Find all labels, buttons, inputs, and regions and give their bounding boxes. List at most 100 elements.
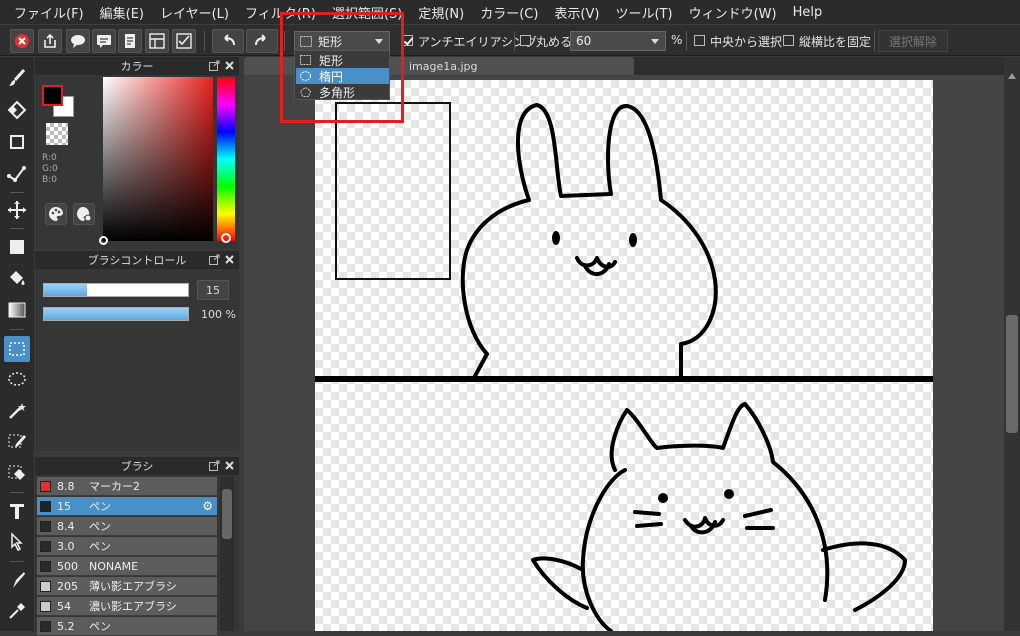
panel-layout-button[interactable] (145, 29, 169, 53)
menu-layer[interactable]: レイヤー(L) (152, 3, 237, 22)
brush-list-item[interactable]: 8.4 ペン (37, 517, 217, 536)
brush-list-item[interactable]: 205 薄い影エアブラシ (37, 577, 217, 596)
close-icon[interactable] (224, 60, 235, 71)
brush-control-panel: ブラシコントロール 15 100 % (35, 251, 239, 451)
select-pen-tool[interactable] (4, 429, 30, 455)
bucket-tool[interactable] (4, 265, 30, 291)
popout-icon[interactable] (209, 60, 220, 71)
palette-settings-icon (77, 207, 92, 222)
from-center-label: 中央から選択 (710, 35, 783, 49)
brush-list-item[interactable]: 3.0 ペン (37, 537, 217, 556)
brush-list-item[interactable]: 54 濃い影エアブラシ (37, 597, 217, 616)
eyedropper-icon (9, 603, 25, 619)
menu-tool[interactable]: ツール(T) (607, 3, 680, 22)
red-value: R:0 (42, 153, 57, 163)
operation-tool[interactable] (4, 529, 30, 555)
scrollbar-thumb[interactable] (1006, 315, 1018, 433)
tool-divider (10, 192, 24, 193)
close-icon[interactable] (224, 460, 235, 471)
toolbar-separator (204, 31, 205, 51)
undo-icon (224, 34, 235, 46)
brush-size: 205 (57, 579, 78, 593)
text-tool[interactable] (4, 498, 30, 524)
canvas-vertical-scrollbar[interactable] (1004, 57, 1020, 631)
brush-color-swatch (40, 560, 51, 572)
menu-window[interactable]: ウィンドウ(W) (681, 3, 785, 22)
select-eraser-icon (8, 465, 25, 480)
document-button[interactable] (118, 29, 142, 53)
checklist-icon (176, 33, 192, 49)
brush-list-item[interactable]: 8.8 マーカー2 (37, 477, 217, 496)
deselect-button[interactable]: 選択解除 (878, 30, 949, 52)
transparent-color-swatch[interactable] (46, 123, 68, 145)
brush-size-fill (44, 284, 88, 296)
share-button[interactable] (38, 29, 62, 53)
menu-view[interactable]: 表示(V) (546, 3, 607, 22)
menu-ruler[interactable]: 定規(N) (410, 3, 472, 22)
shape-tool[interactable] (4, 129, 30, 155)
brush-list-item[interactable]: 5.2 ペン (37, 617, 217, 636)
brush-list-item[interactable]: 500 NONAME (37, 557, 217, 576)
fill-rect-tool[interactable] (4, 234, 30, 260)
lasso-tool[interactable] (4, 367, 30, 393)
round-label: 丸める (536, 35, 573, 49)
close-icon[interactable] (224, 254, 235, 265)
picker-cursor[interactable] (99, 236, 108, 245)
round-checkbox[interactable] (520, 35, 531, 46)
brush-color-swatch (40, 500, 51, 512)
brush-list-item[interactable]: 15 ペン ⚙ (37, 497, 217, 516)
select-eraser-tool[interactable] (4, 460, 30, 486)
blur-tool[interactable] (4, 567, 30, 593)
menu-help[interactable]: Help (785, 5, 831, 20)
brush-list-scrollbar[interactable] (220, 477, 234, 631)
drawing-canvas[interactable] (315, 80, 933, 631)
color-settings-button[interactable] (73, 203, 95, 225)
tool-palette (0, 57, 34, 631)
menu-file[interactable]: ファイル(F) (6, 3, 92, 22)
brush-panel-title: ブラシ (120, 460, 154, 473)
hue-cursor[interactable] (221, 233, 231, 243)
saturation-value-picker[interactable] (99, 77, 213, 245)
polyline-icon (7, 166, 26, 182)
menu-color[interactable]: カラー(C) (472, 3, 546, 22)
tool-divider (10, 228, 24, 229)
comment-button[interactable] (92, 29, 116, 53)
scroll-up-arrow-icon[interactable] (1008, 73, 1016, 79)
brush-name: マーカー2 (89, 480, 140, 493)
brush-size-slider[interactable] (43, 283, 189, 297)
gradient-tool[interactable] (4, 297, 30, 323)
brush-opacity-slider[interactable] (43, 307, 189, 321)
round-value-field[interactable]: 60 (570, 31, 666, 51)
checklist-button[interactable] (172, 29, 196, 53)
line-tool[interactable] (4, 161, 30, 187)
popout-icon[interactable] (209, 254, 220, 265)
keep-ratio-checkbox[interactable] (783, 35, 794, 46)
eyedropper-tool[interactable] (4, 598, 30, 624)
palette-button[interactable] (45, 203, 67, 225)
foreground-color-swatch[interactable] (42, 85, 63, 106)
redo-button[interactable] (246, 29, 278, 53)
eraser-icon (7, 100, 27, 120)
magic-wand-tool[interactable] (4, 398, 30, 424)
scrollbar-thumb[interactable] (222, 489, 232, 539)
from-center-checkbox[interactable] (694, 35, 705, 46)
move-tool[interactable] (4, 197, 30, 223)
brush-panel-header: ブラシ (35, 457, 239, 475)
speech-bubble-button[interactable] (66, 29, 90, 53)
green-value: G:0 (42, 164, 58, 174)
filled-square-icon (10, 240, 24, 254)
eraser-tool[interactable] (4, 97, 30, 123)
hue-slider[interactable] (217, 77, 235, 243)
brush-opacity-fill (44, 308, 188, 320)
gear-icon[interactable]: ⚙ (202, 499, 213, 513)
popout-icon[interactable] (209, 460, 220, 471)
rect-select-tool[interactable] (4, 336, 30, 362)
brush-tool[interactable] (4, 65, 30, 91)
brush-size-value[interactable]: 15 (197, 280, 229, 300)
close-doc-button[interactable] (10, 29, 34, 53)
color-panel-title: カラー (120, 60, 154, 73)
toolbar-separator (874, 31, 875, 51)
menu-edit[interactable]: 編集(E) (92, 3, 152, 22)
undo-button[interactable] (212, 29, 244, 53)
brush-size: 3.0 (57, 539, 75, 553)
